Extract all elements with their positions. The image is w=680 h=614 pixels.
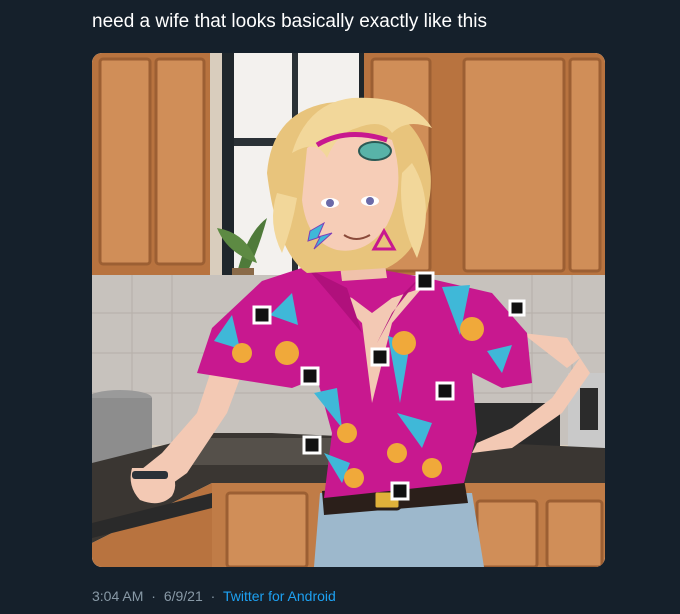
tweet-date[interactable]: 6/9/21	[164, 588, 203, 604]
tweet-meta: 3:04 AM · 6/9/21 · Twitter for Android	[92, 588, 336, 604]
tweet-source-link[interactable]: Twitter for Android	[223, 588, 336, 604]
tweet-media-image[interactable]	[92, 53, 605, 567]
tweet-time[interactable]: 3:04 AM	[92, 588, 143, 604]
meta-separator: ·	[210, 588, 216, 604]
tweet-text: need a wife that looks basically exactly…	[92, 11, 487, 32]
meta-separator: ·	[151, 588, 156, 604]
kitchen-illustration	[92, 53, 605, 567]
